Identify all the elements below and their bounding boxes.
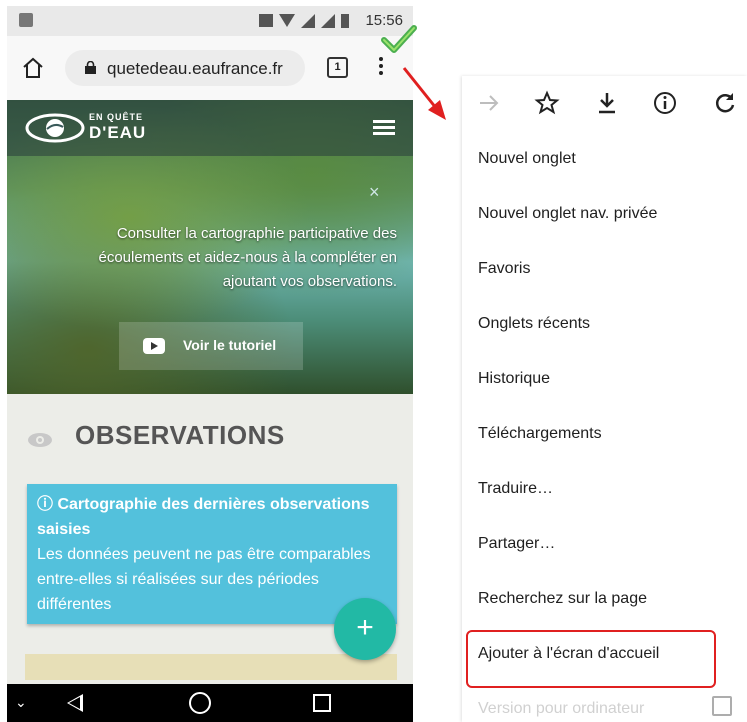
logo-text-bottom: D'EAU	[89, 123, 147, 142]
browser-overflow-menu: Nouvel onglet Nouvel onglet nav. privée …	[462, 76, 747, 722]
status-bar: 15:56	[7, 6, 413, 36]
recent-apps-icon[interactable]	[313, 694, 331, 712]
info-box-body: Les données peuvent ne pas être comparab…	[37, 546, 371, 613]
info-box-title: ⓘ Cartographie des dernières observation…	[37, 496, 370, 538]
back-icon[interactable]	[67, 694, 83, 712]
menu-item-translate[interactable]: Traduire…	[478, 480, 738, 498]
hero-text: Consulter la cartographie participative …	[98, 225, 397, 290]
url-text: quetedeau.eaufrance.fr	[107, 59, 283, 78]
menu-item-bookmarks[interactable]: Favoris	[478, 260, 738, 278]
hamburger-menu-icon[interactable]	[373, 120, 395, 136]
home-circle-icon[interactable]	[189, 692, 211, 714]
tab-switcher-button[interactable]: 1	[327, 57, 348, 78]
section-title: OBSERVATIONS	[75, 420, 285, 450]
download-icon[interactable]	[594, 90, 620, 116]
red-arrow-icon	[402, 67, 446, 120]
play-video-icon	[143, 338, 165, 354]
menu-item-desktop-site[interactable]: Version pour ordinateur	[478, 700, 644, 718]
lock-icon	[85, 61, 96, 74]
eye-logo-icon[interactable]	[25, 113, 85, 143]
tutorial-button-label: Voir le tutoriel	[183, 337, 277, 353]
refresh-icon[interactable]	[712, 90, 738, 116]
signal-icon-2	[321, 14, 335, 28]
menu-item-downloads[interactable]: Téléchargements	[478, 425, 738, 443]
green-check-icon	[381, 25, 417, 53]
add-observation-button[interactable]: +	[334, 598, 396, 660]
info-box: ⓘ Cartographie des dernières observation…	[27, 484, 397, 624]
info-icon[interactable]	[652, 90, 678, 116]
browser-toolbar: quetedeau.eaufrance.fr 1	[7, 36, 413, 100]
cast-icon	[259, 14, 273, 27]
menu-item-new-tab[interactable]: Nouvel onglet	[478, 150, 738, 168]
star-icon[interactable]	[534, 90, 560, 116]
menu-item-share[interactable]: Partager…	[478, 535, 738, 553]
menu-toolbar	[462, 76, 747, 132]
wifi-icon	[279, 14, 295, 27]
android-nav-bar: ⌄	[7, 684, 413, 722]
chevron-down-icon[interactable]: ⌄	[15, 694, 27, 711]
menu-item-history[interactable]: Historique	[478, 370, 738, 388]
forward-icon[interactable]	[476, 90, 502, 116]
signal-icon	[301, 14, 315, 28]
battery-icon	[341, 14, 349, 28]
menu-item-incognito-tab[interactable]: Nouvel onglet nav. privée	[478, 205, 738, 223]
menu-dots-icon[interactable]	[377, 54, 385, 82]
desktop-site-checkbox[interactable]	[712, 696, 732, 716]
menu-item-find-in-page[interactable]: Recherchez sur la page	[478, 590, 738, 608]
menu-item-recent-tabs[interactable]: Onglets récents	[478, 315, 738, 333]
address-bar[interactable]: quetedeau.eaufrance.fr	[65, 50, 305, 86]
home-icon[interactable]	[21, 56, 45, 80]
logo-text-top: EN QUÊTE	[89, 112, 144, 122]
map-preview[interactable]	[25, 654, 397, 680]
phone-screenshot: 15:56 quetedeau.eaufrance.fr 1 EN QUÊTE …	[7, 6, 413, 722]
notification-icon	[19, 13, 33, 27]
close-icon[interactable]: ×	[369, 182, 380, 203]
menu-item-add-to-home-screen[interactable]: Ajouter à l'écran d'accueil	[478, 645, 738, 663]
hero-banner: EN QUÊTE D'EAU × Consulter la cartograph…	[7, 100, 413, 394]
status-icons	[259, 14, 349, 28]
tutorial-button[interactable]: Voir le tutoriel	[119, 322, 303, 370]
site-header: EN QUÊTE D'EAU	[7, 100, 413, 156]
eye-icon	[28, 433, 52, 447]
